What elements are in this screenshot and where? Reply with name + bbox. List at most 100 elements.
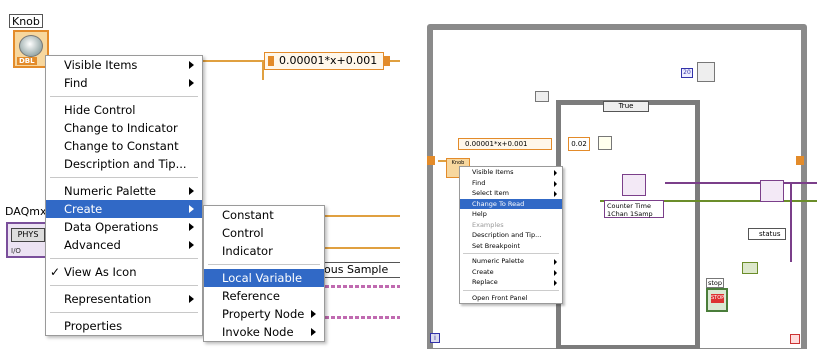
- menu-separator: [50, 285, 198, 286]
- menu-separator: [50, 258, 198, 259]
- menu-item-label: Visible Items: [64, 58, 138, 72]
- submenu-arrow-icon: [189, 205, 194, 213]
- expression-node[interactable]: 0.00001*x+0.001: [264, 52, 390, 70]
- menu-item-data-operations[interactable]: Data Operations: [46, 218, 202, 236]
- menu-item-representation[interactable]: Representation: [46, 290, 202, 308]
- daq-read-vi[interactable]: [760, 180, 784, 202]
- menu-item-change-to-constant[interactable]: Change to Constant: [46, 137, 202, 155]
- daq-selector-button[interactable]: PHYS: [11, 228, 45, 242]
- menu-item-change-to-read[interactable]: Change To Read: [460, 198, 562, 209]
- wire-create-branch-2[interactable]: [325, 247, 400, 249]
- menu-item-select-item[interactable]: Select Item: [460, 188, 562, 199]
- menu-item-label: Examples: [472, 220, 504, 229]
- menu-item-label: Invoke Node: [222, 325, 294, 339]
- wire-create-branch[interactable]: [325, 215, 400, 217]
- purple-wire-top[interactable]: [665, 182, 817, 184]
- menu-item-label: Create: [64, 202, 103, 216]
- menu-item-label: Indicator: [222, 244, 273, 258]
- daq-write-vi[interactable]: [622, 174, 646, 196]
- constant-node[interactable]: 0.02: [568, 137, 590, 151]
- create-submenu: Constant Control Indicator Local Variabl…: [203, 205, 325, 342]
- wire-dashed-2[interactable]: [325, 316, 400, 319]
- wire-dashed-1[interactable]: [325, 285, 400, 288]
- daq-label[interactable]: DAQmx: [5, 205, 47, 218]
- menu-item-numeric-palette[interactable]: Numeric Palette: [460, 256, 562, 267]
- submenu-arrow-icon: [554, 269, 557, 276]
- play-arrow-icon[interactable]: [535, 91, 549, 102]
- menu-item-label: Hide Control: [64, 103, 136, 117]
- menu-item-set-breakpoint[interactable]: Set Breakpoint: [460, 241, 562, 252]
- menu-item-label: Find: [472, 178, 486, 187]
- knob-label[interactable]: Knob: [9, 14, 43, 28]
- menu-item-numeric-palette[interactable]: Numeric Palette: [46, 182, 202, 200]
- submenu-arrow-icon: [554, 191, 557, 197]
- menu-item-visible-items[interactable]: Visible Items: [460, 167, 562, 178]
- menu-item-examples: Examples: [460, 220, 562, 231]
- iteration-terminal[interactable]: i: [430, 333, 440, 343]
- menu-item-advanced[interactable]: Advanced: [46, 236, 202, 254]
- stop-button[interactable]: STOP: [706, 288, 728, 312]
- menu-item-visible-items[interactable]: Visible Items: [46, 56, 202, 74]
- right-shift-register[interactable]: [796, 156, 804, 165]
- menu-item-label: Advanced: [64, 238, 121, 252]
- menu-item-hide-control[interactable]: Hide Control: [46, 101, 202, 119]
- expression-node[interactable]: 0.00001*x+0.001: [458, 138, 552, 150]
- submenu-arrow-icon: [189, 295, 194, 303]
- submenu-arrow-icon: [189, 223, 194, 231]
- menu-item-create[interactable]: Create: [46, 200, 202, 218]
- counter-time-selector[interactable]: Counter Time 1Chan 1Samp: [604, 200, 664, 218]
- menu-item-change-to-indicator[interactable]: Change to Indicator: [46, 119, 202, 137]
- menu-item-label: Numeric Palette: [64, 184, 156, 198]
- submenu-item-constant[interactable]: Constant: [204, 206, 324, 224]
- submenu-item-invoke-node[interactable]: Invoke Node: [204, 323, 324, 341]
- knob-type-tag: DBL: [17, 57, 37, 65]
- case-selector[interactable]: True: [603, 101, 649, 112]
- menu-separator: [208, 264, 320, 265]
- or-function-icon[interactable]: [742, 262, 758, 274]
- knob-terminal[interactable]: DBL: [13, 30, 49, 68]
- menu-item-view-as-icon[interactable]: ✓ View As Icon: [46, 263, 202, 281]
- menu-item-label: Property Node: [222, 307, 305, 321]
- menu-item-description-and-tip[interactable]: Description and Tip...: [460, 230, 562, 241]
- submenu-item-local-variable[interactable]: Local Variable: [204, 269, 324, 287]
- menu-item-find[interactable]: Find: [460, 178, 562, 189]
- menu-item-description-and-tip[interactable]: Description and Tip...: [46, 155, 202, 173]
- submenu-item-indicator[interactable]: Indicator: [204, 242, 324, 260]
- menu-separator: [50, 96, 198, 97]
- loop-count-constant[interactable]: 20: [681, 68, 693, 78]
- submenu-arrow-icon: [311, 328, 316, 336]
- menu-item-replace[interactable]: Replace: [460, 277, 562, 288]
- greater-than-icon[interactable]: [598, 136, 612, 150]
- submenu-item-reference[interactable]: Reference: [204, 287, 324, 305]
- menu-item-properties[interactable]: Properties: [46, 317, 202, 335]
- menu-item-label: Change To Read: [472, 199, 525, 208]
- left-shift-register[interactable]: [427, 156, 435, 165]
- menu-item-label: Change to Indicator: [64, 121, 178, 135]
- status-unbundle[interactable]: status: [748, 228, 786, 240]
- stop-label[interactable]: stop: [706, 278, 725, 288]
- submenu-item-control[interactable]: Control: [204, 224, 324, 242]
- menu-item-label: View As Icon: [64, 265, 137, 279]
- wait-timer-icon[interactable]: [697, 62, 715, 82]
- submenu-arrow-icon: [554, 259, 557, 265]
- menu-item-label: Visible Items: [472, 168, 514, 176]
- menu-item-label: Help: [472, 210, 487, 218]
- submenu-arrow-icon: [554, 180, 557, 187]
- submenu-arrow-icon: [311, 310, 316, 318]
- menu-separator: [463, 253, 559, 254]
- submenu-item-property-node[interactable]: Property Node: [204, 305, 324, 323]
- loop-condition-icon[interactable]: [790, 334, 800, 344]
- menu-item-find[interactable]: Find: [46, 74, 202, 92]
- menu-item-label: Select Item: [472, 189, 509, 197]
- submenu-arrow-icon: [554, 280, 557, 286]
- menu-item-help[interactable]: Help: [460, 209, 562, 220]
- checkmark-icon: ✓: [50, 265, 61, 279]
- menu-item-open-front-panel[interactable]: Open Front Panel: [460, 293, 562, 304]
- menu-item-create[interactable]: Create: [460, 267, 562, 278]
- purple-wire-vertical[interactable]: [790, 182, 792, 262]
- menu-item-label: Numeric Palette: [472, 257, 524, 265]
- daq-polymorphic-vi[interactable]: PHYS I/O: [6, 222, 50, 258]
- context-menu: Visible Items Find Hide Control Change t…: [45, 55, 203, 336]
- sample-mode-label[interactable]: ious Sample: [316, 262, 400, 278]
- menu-item-label: Find: [64, 76, 88, 90]
